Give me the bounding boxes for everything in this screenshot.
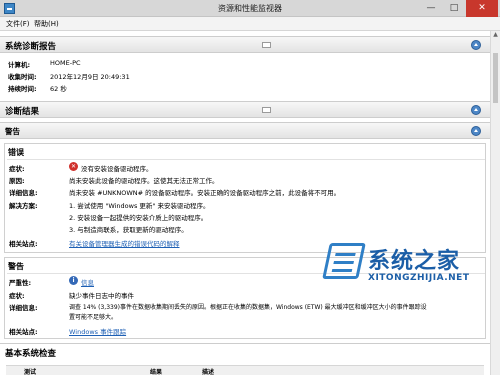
collected-value: 2012年12月9日 20:49:31	[50, 73, 130, 81]
error-title: 错误	[8, 148, 24, 157]
resolution-item: 1. 尝试使用 "Windows 更新" 来安装驱动程序。	[69, 202, 210, 210]
watermark-logo-icon	[322, 243, 366, 279]
warnings-header: 警告	[0, 122, 490, 139]
computer-value: HOME-PC	[50, 59, 81, 67]
title-bar: 资源和性能监视器 — □ ✕	[0, 0, 500, 17]
maximize-button[interactable]: □	[443, 0, 465, 17]
warning-details-line: 调查 14% (3,339)事件在数据收集期间丢失的原因。根据正在收集的数据集，…	[69, 304, 427, 311]
collapse-report-button[interactable]	[471, 40, 481, 50]
report-content: 系统诊断报告 计算机: HOME-PC 收集时间: 2012年12月9日 20:…	[0, 31, 490, 375]
info-icon: i	[69, 276, 78, 285]
warning-details-label: 详细信息:	[9, 304, 38, 312]
report-title: 系统诊断报告	[5, 42, 57, 52]
menu-file[interactable]: 文件(F)	[6, 19, 30, 29]
column-header-test[interactable]: 测试	[24, 367, 36, 375]
column-header-result[interactable]: 结果	[150, 367, 162, 375]
collapse-warnings-button[interactable]	[471, 126, 481, 136]
warnings-title: 警告	[5, 127, 20, 136]
error-related-label: 相关站点:	[9, 240, 38, 248]
report-header: 系统诊断报告	[0, 36, 490, 53]
section-grip-icon	[262, 107, 271, 113]
duration-value: 62 秒	[50, 85, 67, 93]
scroll-thumb[interactable]	[493, 53, 498, 103]
minimize-button[interactable]: —	[420, 0, 442, 17]
resolution-item: 3. 与制造商联系，获取更新的驱动程序。	[69, 226, 188, 234]
error-resolution-label: 解决方案:	[9, 202, 38, 210]
computer-label: 计算机:	[8, 61, 31, 69]
error-cause-value: 尚未安装此设备的驱动程序。这使其无法正常工作。	[69, 177, 219, 185]
warning-severity-label: 严重性:	[9, 279, 32, 287]
error-icon: ✕	[69, 162, 78, 171]
watermark-en-text: XITONGZHIJIA.NET	[368, 273, 470, 283]
watermark: 系统之家 XITONGZHIJIA.NET	[322, 239, 486, 297]
warning-related-label: 相关站点:	[9, 328, 38, 336]
basic-checks-header: 基本系统检查	[0, 343, 490, 360]
warning-symptom-label: 症状:	[9, 292, 25, 300]
error-details-value: 尚未安装 #UNKNOWN# 的设备驱动程序。安装正确的设备驱动程序之前，此设备…	[69, 189, 341, 197]
warning-related-link[interactable]: Windows 事件跟踪	[69, 326, 126, 336]
basic-checks-table-header: 测试 结果 描述	[6, 365, 484, 375]
basic-checks-title: 基本系统检查	[5, 349, 57, 359]
vertical-scrollbar[interactable]: ▲	[490, 31, 500, 375]
warning-severity-value[interactable]: 信息	[81, 277, 94, 287]
results-title: 诊断结果	[5, 107, 40, 117]
menu-help[interactable]: 帮助(H)	[34, 19, 59, 29]
error-symptom-label: 症状:	[9, 165, 25, 173]
warning-symptom-value: 缺少事件日志中的事件	[69, 292, 134, 300]
error-panel: 错误 症状: ✕ 没有安装设备驱动程序。 原因: 尚未安装此设备的驱动程序。这使…	[4, 143, 486, 253]
section-grip-icon	[262, 42, 271, 48]
column-header-description[interactable]: 描述	[202, 367, 214, 375]
results-header: 诊断结果	[0, 101, 490, 118]
error-symptom-value: 没有安装设备驱动程序。	[81, 165, 153, 173]
menu-bar: 文件(F) 帮助(H)	[0, 17, 500, 31]
error-details-label: 详细信息:	[9, 189, 38, 197]
collapse-results-button[interactable]	[471, 105, 481, 115]
error-cause-label: 原因:	[9, 177, 25, 185]
collected-label: 收集时间:	[8, 73, 37, 81]
error-related-link[interactable]: 有关设备管理器生成的错误代码的解释	[69, 238, 180, 248]
resolution-item: 2. 安装设备一起提供的安装介质上的驱动程序。	[69, 214, 208, 222]
warning-title: 警告	[8, 262, 24, 271]
duration-label: 持续时间:	[8, 85, 37, 93]
close-button[interactable]: ✕	[466, 0, 498, 17]
watermark-cn-text: 系统之家	[368, 249, 461, 274]
warning-details-line: 置可能不足够大。	[69, 314, 118, 321]
scroll-up-arrow-icon[interactable]: ▲	[491, 31, 500, 41]
